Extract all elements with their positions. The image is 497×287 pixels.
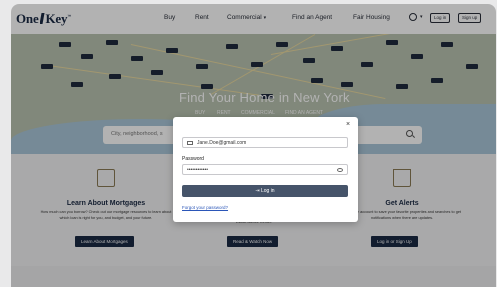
map-pin-icon[interactable] <box>131 56 143 61</box>
login-or-signup-button[interactable]: Log in or Sign Up <box>371 236 418 247</box>
map-pin-icon[interactable] <box>361 62 373 67</box>
password-value: •••••••••••• <box>187 166 209 173</box>
hero-tab-rent[interactable]: RENT <box>217 110 231 116</box>
map-pin-icon[interactable] <box>166 48 178 53</box>
card-title: Learn About Mortgages <box>66 200 146 207</box>
map-pin-icon[interactable] <box>109 74 121 79</box>
map-pin-icon[interactable] <box>106 40 118 45</box>
logo-text-one: One <box>16 11 39 26</box>
nav-commercial[interactable]: Commercial ▾ <box>227 14 266 21</box>
map-pin-icon[interactable] <box>331 46 343 51</box>
map-pin-icon[interactable] <box>431 78 443 83</box>
hero-title: Find Your Home in New York <box>179 90 350 105</box>
map-pin-icon[interactable] <box>59 42 71 47</box>
card-mortgages: Learn About Mortgages How much can you b… <box>31 164 181 254</box>
search-input[interactable]: City, neighborhood, s <box>111 131 163 137</box>
close-icon[interactable]: × <box>346 121 350 128</box>
map-pin-icon[interactable] <box>411 54 423 59</box>
logo-tm: ™ <box>67 13 72 19</box>
hero-tab-buy[interactable]: BUY <box>195 110 205 116</box>
map-pin-icon[interactable] <box>81 54 93 59</box>
map-road <box>270 34 469 55</box>
chevron-down-icon: ▾ <box>263 15 267 21</box>
card-text: How much can you borrow? Check out our m… <box>40 210 172 220</box>
map-pin-icon[interactable] <box>251 62 263 67</box>
house-alert-icon <box>393 169 411 187</box>
map-pin-icon[interactable] <box>341 82 353 87</box>
language-caret-icon[interactable]: ▾ <box>420 14 423 20</box>
email-field[interactable]: Jane.Doe@gmail.com <box>182 137 348 148</box>
nav-fair-housing[interactable]: Fair Housing <box>353 14 390 21</box>
login-button[interactable]: Log in <box>430 13 451 23</box>
email-value: Jane.Doe@gmail.com <box>197 139 247 146</box>
browser-page: One Key™ Buy Rent Commercial ▾ Find an Age… <box>11 4 496 287</box>
map-pin-icon[interactable] <box>151 70 163 75</box>
modal-login-button[interactable]: ⇥ Log in <box>182 185 348 197</box>
map-pin-icon[interactable] <box>441 42 453 47</box>
nav-find-an-agent[interactable]: Find an Agent <box>292 14 332 21</box>
map-pin-icon[interactable] <box>201 84 213 89</box>
calculator-icon <box>97 169 115 187</box>
footer-band <box>11 266 496 287</box>
map-pin-icon[interactable] <box>226 44 238 49</box>
password-label: Password <box>182 156 204 162</box>
logo-text-key: Key <box>45 11 68 26</box>
site-logo[interactable]: One Key™ <box>16 11 71 27</box>
map-pin-icon[interactable] <box>196 64 208 69</box>
nav-commercial-label: Commercial <box>227 14 262 21</box>
map-pin-icon[interactable] <box>71 82 83 87</box>
learn-about-mortgages-button[interactable]: Learn About Mortgages <box>75 236 134 247</box>
nav-rent[interactable]: Rent <box>195 14 209 21</box>
map-pin-icon[interactable] <box>396 84 408 89</box>
signup-button[interactable]: Sign up <box>458 13 482 23</box>
forgot-password-link[interactable]: Forgot your password? <box>182 205 228 210</box>
map-pin-icon[interactable] <box>276 42 288 47</box>
hero-tab-find-agent[interactable]: FIND AN AGENT <box>285 110 323 116</box>
globe-icon[interactable] <box>409 13 417 21</box>
map-pin-icon[interactable] <box>386 40 398 45</box>
site-header: One Key™ Buy Rent Commercial ▾ Find an Age… <box>11 4 496 34</box>
hero-tab-commercial[interactable]: COMMERCIAL <box>241 110 275 116</box>
map-pin-icon[interactable] <box>303 58 315 63</box>
login-modal: × Jane.Doe@gmail.com Password ••••••••••… <box>173 117 358 222</box>
logo-key-mark-icon <box>39 13 45 24</box>
password-field[interactable]: •••••••••••• <box>182 164 348 175</box>
read-watch-now-button[interactable]: Read & Watch Now <box>227 236 279 247</box>
map-pin-icon[interactable] <box>311 78 323 83</box>
map-pin-icon[interactable] <box>466 64 478 69</box>
search-icon[interactable] <box>406 130 413 137</box>
map-pin-icon[interactable] <box>41 64 53 69</box>
mail-icon <box>187 140 193 145</box>
nav-buy[interactable]: Buy <box>164 14 175 21</box>
eye-icon[interactable] <box>337 167 343 172</box>
